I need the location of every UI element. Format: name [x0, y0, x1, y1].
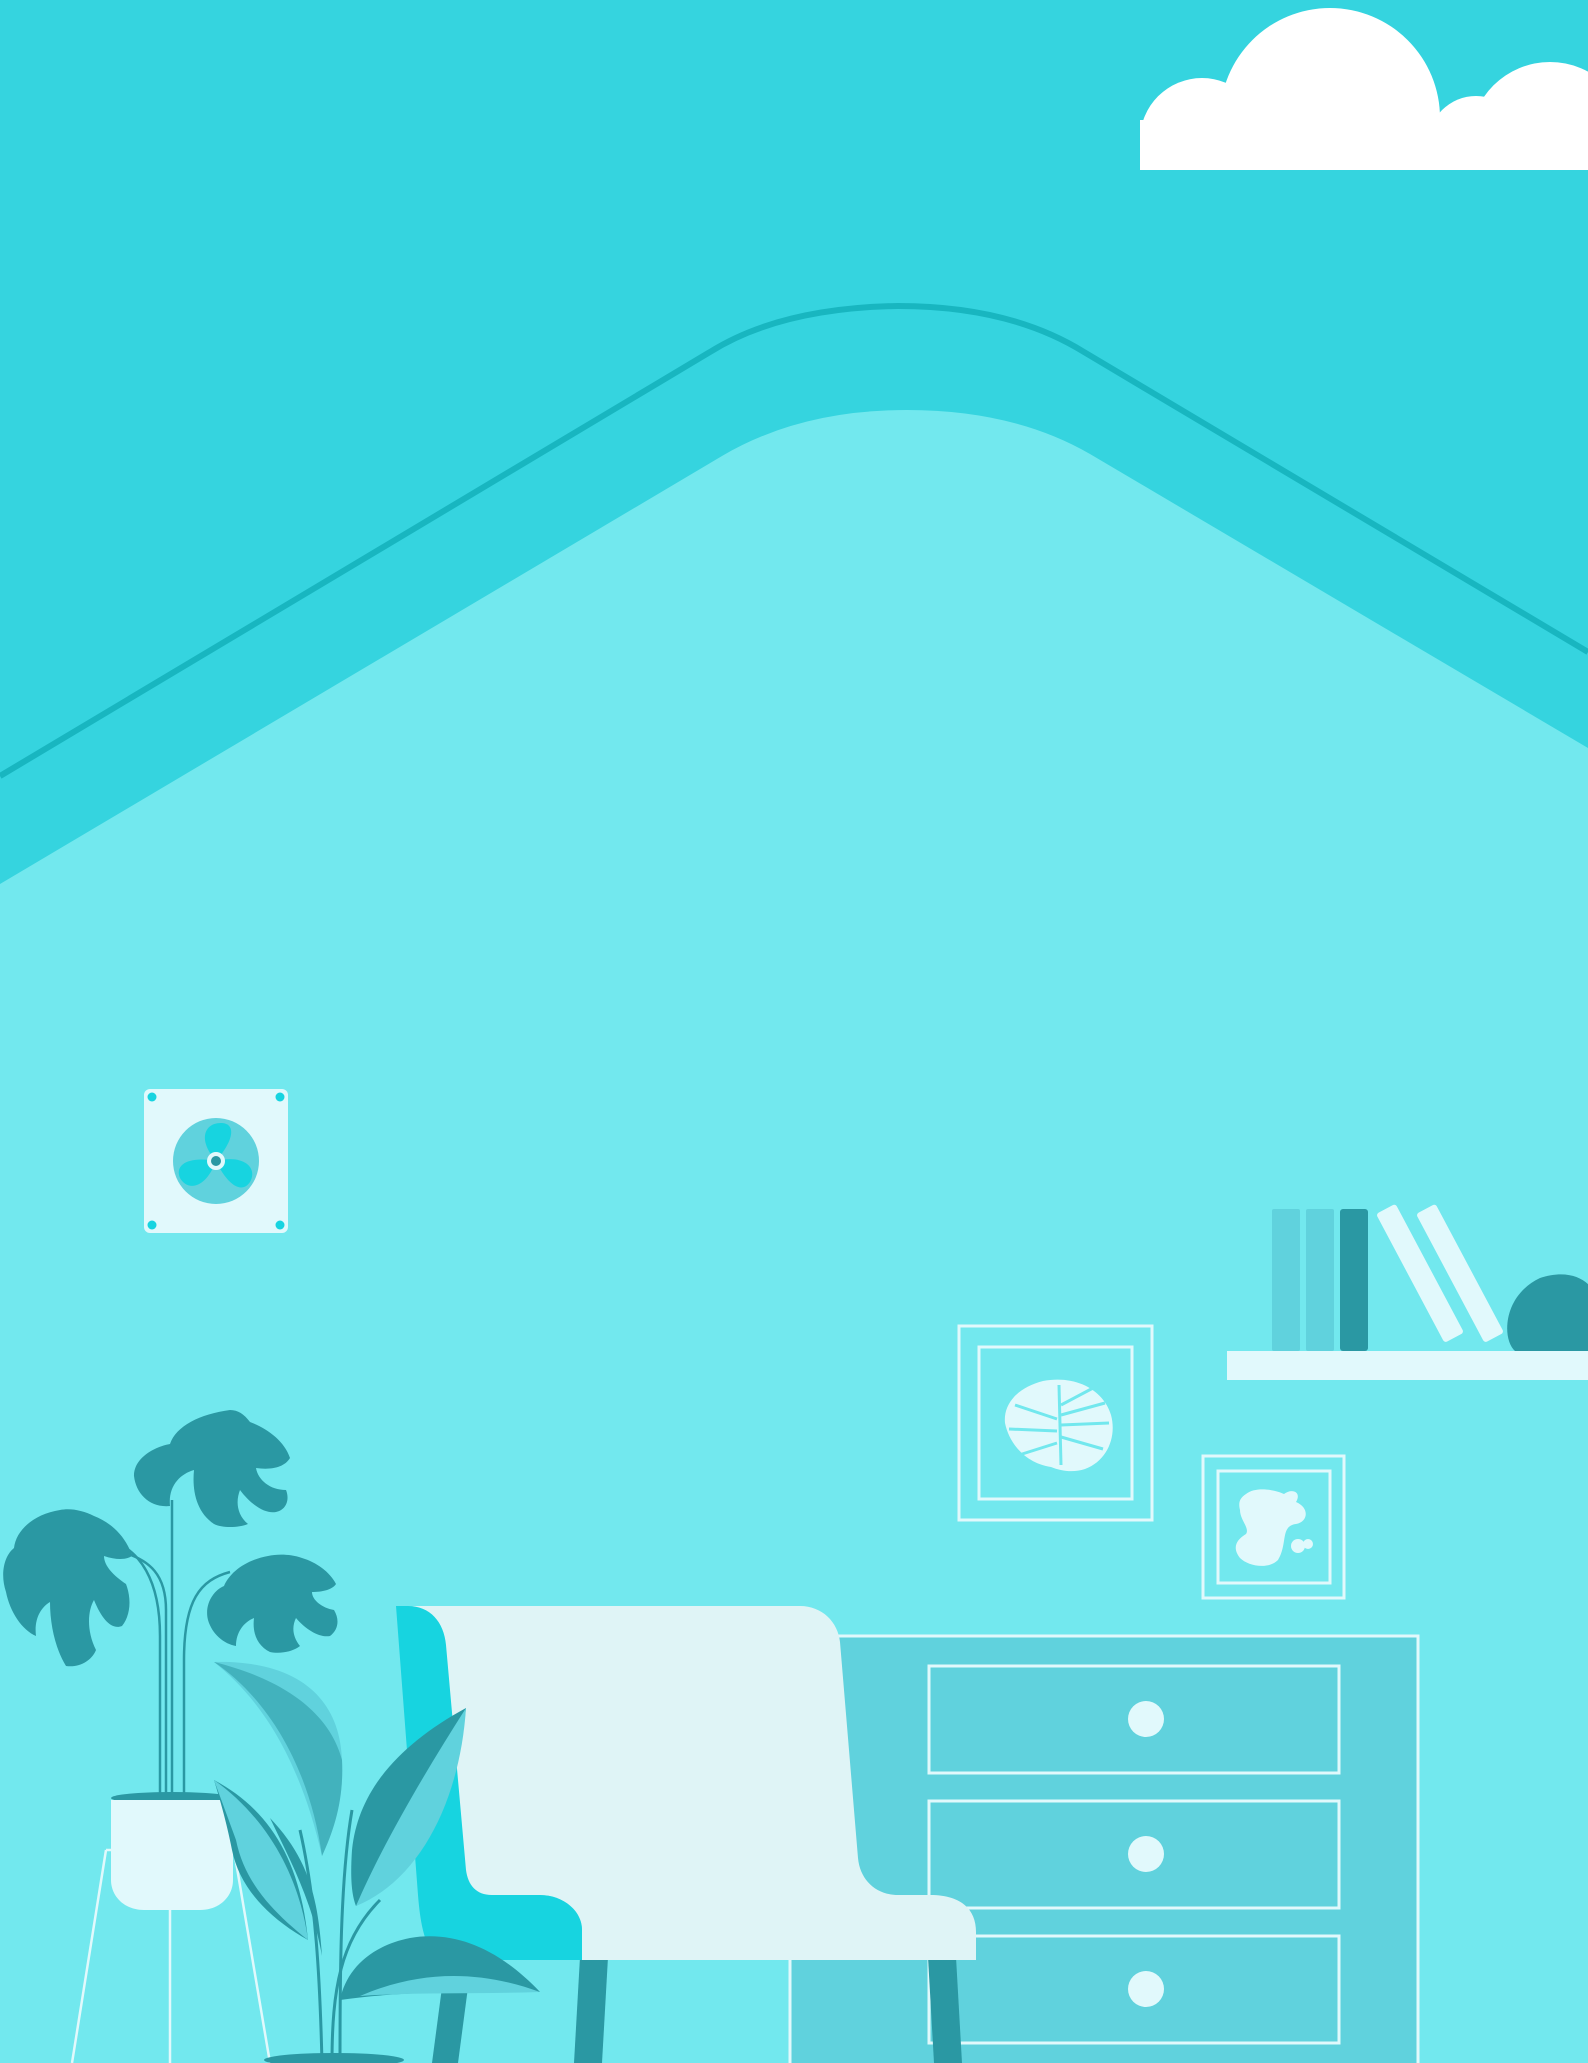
book [1306, 1209, 1334, 1351]
cloud-base-cut [1100, 170, 1588, 290]
drawer-knob-icon [1128, 1836, 1164, 1872]
room-scene-svg [0, 0, 1588, 2063]
drawer-knob-icon [1128, 1701, 1164, 1737]
plant-pot [111, 1800, 233, 1910]
shelf-board [1227, 1351, 1588, 1380]
book [1340, 1209, 1368, 1351]
dresser [788, 1634, 1420, 2063]
room-illustration [0, 0, 1588, 2063]
drawer-knob-icon [1128, 1971, 1164, 2007]
wall-fan [144, 1089, 288, 1233]
book [1272, 1209, 1300, 1351]
